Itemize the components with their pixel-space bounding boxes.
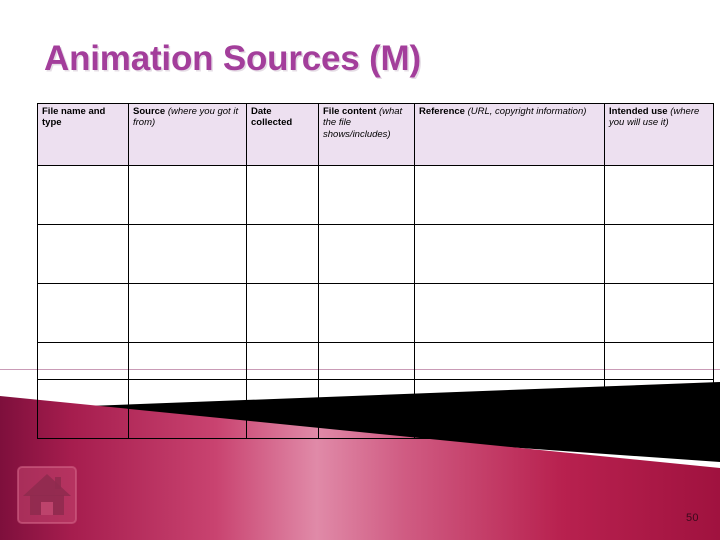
table-cell[interactable] [604,342,714,380]
table-row [37,283,714,343]
table-cell[interactable] [318,342,415,380]
table-cell[interactable] [318,224,415,284]
column-header-intended-use: Intended use (where you will use it) [604,103,714,166]
header-strong: Date collected [251,106,293,129]
table-cell[interactable] [128,283,247,343]
table-row [37,165,714,225]
table-cell[interactable] [246,283,319,343]
animation-sources-table: File name and type Source (where you got… [37,103,714,439]
table-cell[interactable] [128,165,247,225]
table-cell[interactable] [604,379,714,439]
home-icon-door [41,502,53,515]
table-cell[interactable] [318,283,415,343]
table-cell[interactable] [604,283,714,343]
header-strong: File name and type [42,106,106,129]
table-cell[interactable] [414,224,605,284]
header-strong: Source [133,106,168,117]
header-italic: (URL, copyright information) [467,106,587,117]
table-cell[interactable] [128,224,247,284]
slide-canvas: Animation Sources (M) File name and type… [0,0,720,540]
page-number: 50 [686,512,699,524]
table-header-row: File name and type Source (where you got… [37,103,714,166]
home-icon[interactable] [17,466,77,524]
table-row [37,342,714,380]
column-header-reference: Reference (URL, copyright information) [414,103,605,166]
table-cell[interactable] [318,379,415,439]
table-cell[interactable] [414,379,605,439]
table-cell[interactable] [318,165,415,225]
table-cell[interactable] [414,283,605,343]
table-cell[interactable] [246,165,319,225]
column-header-date-collected: Date collected [246,103,319,166]
table-cell[interactable] [604,165,714,225]
column-header-file-content: File content (what the file shows/includ… [318,103,415,166]
table-row [37,379,714,439]
column-header-source: Source (where you got it from) [128,103,247,166]
table-cell[interactable] [414,342,605,380]
header-strong: Reference [419,106,468,117]
header-strong: File content [323,106,379,117]
table-row [37,224,714,284]
table-cell[interactable] [37,379,129,439]
table-cell[interactable] [128,342,247,380]
table-cell[interactable] [604,224,714,284]
table-cell[interactable] [37,283,129,343]
table-cell[interactable] [128,379,247,439]
table-cell[interactable] [246,379,319,439]
table-cell[interactable] [246,224,319,284]
column-header-file-name-and-type: File name and type [37,103,129,166]
header-strong: Intended use [609,106,671,117]
page-title: Animation Sources (M) [44,39,421,78]
table-cell[interactable] [37,342,129,380]
table-cell[interactable] [414,165,605,225]
table-cell[interactable] [246,342,319,380]
table-cell[interactable] [37,165,129,225]
table-cell[interactable] [37,224,129,284]
